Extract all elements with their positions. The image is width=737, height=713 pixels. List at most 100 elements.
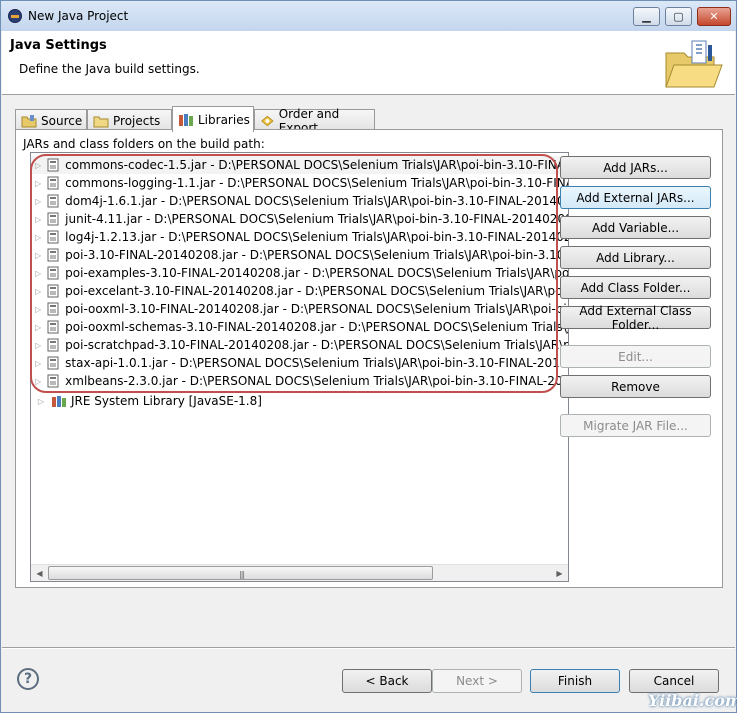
minimize-button[interactable]: ▁ (633, 7, 660, 26)
expand-arrow-icon[interactable]: ▷ (35, 269, 41, 278)
scroll-right-icon[interactable]: ▶ (551, 565, 568, 581)
jar-label: poi-ooxml-3.10-FINAL-20140208.jar - D:\P… (65, 302, 568, 316)
eclipse-icon (8, 9, 22, 23)
tab-projects-label: Projects (113, 113, 161, 128)
tree-row-jar[interactable]: ▷ log4j-1.2.13.jar - D:\PERSONAL DOCS\Se… (31, 228, 568, 246)
jar-icon (47, 302, 59, 316)
expand-arrow-icon[interactable]: ▷ (35, 305, 41, 314)
tab-source[interactable]: Source (15, 109, 87, 131)
jar-label: poi-scratchpad-3.10-FINAL-20140208.jar -… (65, 338, 568, 352)
add-jars-button[interactable]: Add JARs... (560, 156, 711, 179)
expand-arrow-icon[interactable]: ▷ (35, 251, 41, 260)
close-button[interactable]: ✕ (697, 7, 731, 26)
edit-button[interactable]: Edit... (560, 345, 711, 368)
build-path-label: JARs and class folders on the build path… (23, 137, 265, 151)
jar-label: poi-excelant-3.10-FINAL-20140208.jar - D… (65, 284, 568, 298)
jar-label: commons-codec-1.5.jar - D:\PERSONAL DOCS… (65, 158, 568, 172)
jar-icon (47, 176, 59, 190)
tab-libraries[interactable]: Libraries (172, 106, 254, 132)
next-button[interactable]: Next > (432, 669, 522, 693)
new-java-project-window: New Java Project ▁ ▢ ✕ Java Settings Def… (0, 0, 737, 713)
expand-arrow-icon[interactable]: ▷ (35, 197, 41, 206)
remove-button[interactable]: Remove (560, 375, 711, 398)
add-class-folder-button[interactable]: Add Class Folder... (560, 276, 711, 299)
tree-row-jre-system-library[interactable]: ▷ JRE System Library [JavaSE-1.8] (31, 392, 568, 410)
jar-label: poi-examples-3.10-FINAL-20140208.jar - D… (65, 266, 568, 280)
tree-row-jar[interactable]: ▷ stax-api-1.0.1.jar - D:\PERSONAL DOCS\… (31, 354, 568, 372)
expand-arrow-icon[interactable]: ▷ (35, 323, 41, 332)
maximize-icon: ▢ (673, 10, 684, 23)
horizontal-scrollbar[interactable]: ◀ ||| ▶ (31, 564, 568, 581)
help-icon: ? (23, 671, 33, 687)
jar-label: dom4j-1.6.1.jar - D:\PERSONAL DOCS\Selen… (65, 194, 568, 208)
jar-label: junit-4.11.jar - D:\PERSONAL DOCS\Seleni… (65, 212, 568, 226)
help-button[interactable]: ? (17, 668, 39, 690)
tab-source-label: Source (41, 113, 83, 128)
expand-arrow-icon[interactable]: ▷ (35, 161, 41, 170)
add-external-class-folder-button[interactable]: Add External Class Folder... (560, 304, 711, 332)
jar-icon (47, 230, 59, 244)
library-icon (179, 113, 193, 126)
expand-arrow-icon[interactable]: ▷ (35, 179, 41, 188)
jar-label: poi-3.10-FINAL-20140208.jar - D:\PERSONA… (65, 248, 568, 262)
build-path-tree[interactable]: ▷ commons-codec-1.5.jar - D:\PERSONAL DO… (30, 152, 569, 582)
back-button[interactable]: < Back (342, 669, 432, 693)
cancel-button[interactable]: Cancel (629, 669, 719, 693)
footer-separator (2, 647, 735, 649)
add-variable-button[interactable]: Add Variable... (560, 216, 711, 239)
projects-icon (93, 116, 109, 127)
scrollbar-thumb[interactable]: ||| (48, 566, 433, 580)
tree-row-jar[interactable]: ▷ poi-excelant-3.10-FINAL-20140208.jar -… (31, 282, 568, 300)
tree-row-jar[interactable]: ▷ poi-scratchpad-3.10-FINAL-20140208.jar… (31, 336, 568, 354)
jar-icon (47, 356, 59, 370)
add-external-jars-button[interactable]: Add External JARs... (560, 186, 711, 209)
jar-icon (47, 284, 59, 298)
expand-arrow-icon[interactable]: ▷ (35, 397, 47, 406)
add-library-button[interactable]: Add Library... (560, 246, 711, 269)
jar-icon (47, 248, 59, 262)
maximize-button[interactable]: ▢ (665, 7, 692, 26)
tree-row-jar[interactable]: ▷ poi-ooxml-schemas-3.10-FINAL-20140208.… (31, 318, 568, 336)
close-icon: ✕ (709, 10, 719, 23)
title-bar[interactable]: New Java Project ▁ ▢ ✕ (1, 1, 736, 31)
order-export-icon (261, 115, 274, 126)
jar-label: log4j-1.2.13.jar - D:\PERSONAL DOCS\Sele… (65, 230, 568, 244)
tree-row-jar[interactable]: ▷ poi-3.10-FINAL-20140208.jar - D:\PERSO… (31, 246, 568, 264)
expand-arrow-icon[interactable]: ▷ (35, 215, 41, 224)
jar-icon (47, 212, 59, 226)
grip-icon: ||| (239, 570, 245, 579)
wizard-header: Java Settings Define the Java build sett… (2, 31, 735, 95)
tab-libraries-label: Libraries (198, 112, 250, 127)
page-title: Java Settings (10, 38, 107, 53)
tree-row-jar[interactable]: ▷ xmlbeans-2.3.0.jar - D:\PERSONAL DOCS\… (31, 372, 568, 390)
tab-projects[interactable]: Projects (87, 109, 172, 131)
minimize-icon: ▁ (642, 10, 651, 23)
tree-row-jar[interactable]: ▷ poi-ooxml-3.10-FINAL-20140208.jar - D:… (31, 300, 568, 318)
jar-label: commons-logging-1.1.jar - D:\PERSONAL DO… (65, 176, 568, 190)
jar-icon (47, 266, 59, 280)
jar-label: xmlbeans-2.3.0.jar - D:\PERSONAL DOCS\Se… (65, 374, 568, 388)
jar-icon (47, 338, 59, 352)
expand-arrow-icon[interactable]: ▷ (35, 377, 41, 386)
tab-order-and-export[interactable]: Order and Export (254, 107, 375, 135)
expand-arrow-icon[interactable]: ▷ (35, 341, 41, 350)
watermark: Yiibai.com (648, 691, 737, 710)
migrate-jar-button[interactable]: Migrate JAR File... (560, 414, 711, 437)
finish-button[interactable]: Finish (530, 669, 620, 693)
source-folder-icon (21, 114, 37, 127)
jar-icon (47, 158, 59, 172)
jar-icon (47, 194, 59, 208)
tree-row-jar[interactable]: ▷ commons-codec-1.5.jar - D:\PERSONAL DO… (31, 156, 568, 174)
page-description: Define the Java build settings. (19, 62, 200, 76)
tree-row-jar[interactable]: ▷ junit-4.11.jar - D:\PERSONAL DOCS\Sele… (31, 210, 568, 228)
expand-arrow-icon[interactable]: ▷ (35, 287, 41, 296)
tree-row-jar[interactable]: ▷ commons-logging-1.1.jar - D:\PERSONAL … (31, 174, 568, 192)
tree-row-jar[interactable]: ▷ poi-examples-3.10-FINAL-20140208.jar -… (31, 264, 568, 282)
expand-arrow-icon[interactable]: ▷ (35, 233, 41, 242)
java-project-folder-icon (665, 40, 723, 88)
scroll-left-icon[interactable]: ◀ (31, 565, 48, 581)
jar-label: stax-api-1.0.1.jar - D:\PERSONAL DOCS\Se… (65, 356, 568, 370)
tree-row-jar[interactable]: ▷ dom4j-1.6.1.jar - D:\PERSONAL DOCS\Sel… (31, 192, 568, 210)
expand-arrow-icon[interactable]: ▷ (35, 359, 41, 368)
jre-library-icon (52, 396, 66, 407)
